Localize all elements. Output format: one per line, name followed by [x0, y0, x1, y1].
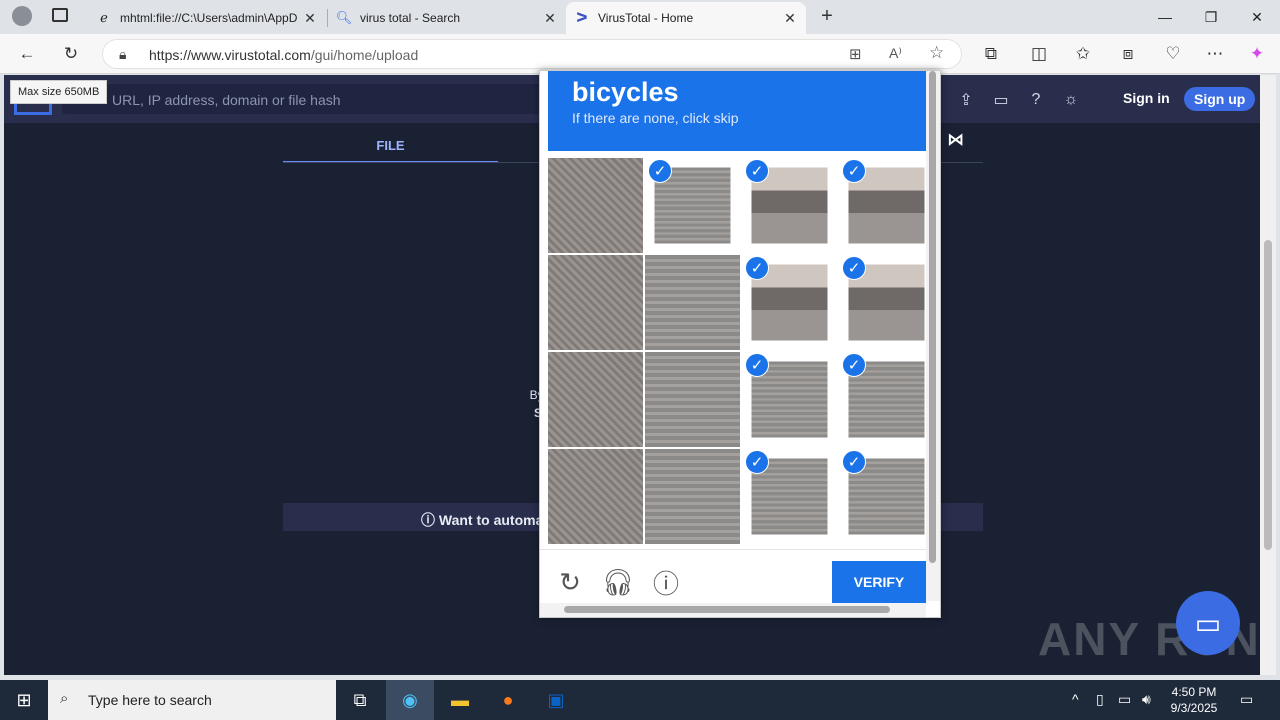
captcha-tile[interactable] — [548, 449, 643, 544]
captcha-header: bicycles If there are none, click skip — [548, 71, 926, 151]
close-icon[interactable]: ✕ — [542, 10, 558, 27]
check-icon: ✓ — [745, 450, 769, 474]
info-icon[interactable]: ⓘ — [652, 568, 680, 599]
network-icon[interactable]: ▭ — [1118, 691, 1131, 708]
chat-icon[interactable]: ▭ — [990, 89, 1012, 111]
start-button[interactable]: ⊞ — [0, 680, 48, 720]
restore-button[interactable]: ❐ — [1188, 0, 1234, 34]
refresh-button[interactable]: ↻ — [57, 40, 85, 68]
captcha-tile[interactable] — [645, 352, 740, 447]
close-window-button[interactable]: ✕ — [1234, 0, 1280, 34]
favorites-icon[interactable]: ✩ — [1069, 40, 1097, 68]
search-input[interactable]: URL, IP address, domain or file hash — [62, 84, 562, 114]
sign-up-button[interactable]: Sign up — [1184, 87, 1256, 111]
tab-search[interactable]: 🔍︎ virus total - Search ✕ — [328, 2, 566, 34]
page-scroll-thumb[interactable] — [1264, 240, 1272, 550]
browser-toolbar: ← ↻ 🔒︎ https://www.virustotal.com/gui/ho… — [0, 34, 1280, 74]
browser-essentials-icon[interactable]: ♡ — [1159, 40, 1187, 68]
check-icon: ✓ — [842, 159, 866, 183]
sign-in-link[interactable]: Sign in — [1123, 90, 1170, 106]
check-icon: ✓ — [842, 450, 866, 474]
close-icon[interactable]: ✕ — [782, 10, 798, 27]
captcha-scrollbar[interactable] — [926, 71, 940, 601]
check-icon: ✓ — [842, 353, 866, 377]
captcha-tile[interactable] — [548, 158, 643, 253]
file-explorer-icon[interactable]: ▬ — [436, 680, 484, 720]
upload-icon[interactable]: ⇪ — [955, 89, 977, 111]
back-button[interactable]: ← — [13, 40, 41, 68]
chevron-up-icon[interactable]: ^ — [1072, 691, 1079, 707]
captcha-h-scroll-thumb[interactable] — [564, 606, 890, 613]
profile-icon[interactable] — [12, 6, 32, 26]
search-icon: 🔍︎ — [335, 10, 353, 25]
max-size-tooltip: Max size 650MB — [10, 80, 108, 104]
taskbar-search[interactable]: ⌕ Type here to search — [48, 680, 336, 720]
outlook-icon[interactable]: ▣ — [532, 680, 580, 720]
firefox-icon[interactable]: ● — [484, 680, 532, 720]
task-view-icon[interactable]: ⧉ — [336, 680, 384, 720]
captcha-scroll-thumb[interactable] — [929, 71, 936, 563]
captcha-tile[interactable] — [645, 255, 740, 350]
captcha-tile[interactable] — [548, 352, 643, 447]
theme-icon[interactable]: ☼ — [1060, 89, 1082, 111]
clock[interactable]: 4:50 PM 9/3/2025 — [1166, 684, 1222, 716]
ie-icon: ℯ — [100, 10, 108, 25]
taskbar: ⊞ ⌕ Type here to search ⧉ ◉ ▬ ● ▣ ^ ▯ ▭ … — [0, 680, 1280, 720]
address-bar[interactable]: 🔒︎ https://www.virustotal.com/gui/home/u… — [102, 39, 962, 69]
page-scrollbar[interactable] — [1260, 75, 1276, 675]
edge-icon[interactable]: ◉ — [386, 680, 434, 720]
extensions-icon[interactable]: ⧉ — [977, 40, 1005, 68]
favorite-star-icon[interactable]: ☆ — [929, 43, 944, 63]
device-icon[interactable]: ▯ — [1096, 691, 1104, 708]
check-icon: ✓ — [745, 256, 769, 280]
tab-actions-icon[interactable] — [52, 8, 68, 22]
minimize-button[interactable]: — — [1142, 0, 1188, 34]
lock-icon[interactable]: 🔒︎ — [119, 46, 126, 63]
check-icon: ✓ — [842, 256, 866, 280]
tab-virustotal[interactable]: ᐳ VirusTotal - Home ✕ — [566, 2, 806, 34]
check-icon: ✓ — [745, 353, 769, 377]
captcha-h-scrollbar[interactable] — [540, 603, 926, 617]
app-available-icon[interactable]: ⊞ — [849, 45, 862, 63]
help-icon[interactable]: ? — [1025, 89, 1047, 111]
copilot-icon[interactable]: ✦ — [1243, 40, 1271, 68]
audio-challenge-icon[interactable]: 🎧︎ — [602, 567, 635, 597]
more-menu-icon[interactable]: ⋯ — [1201, 40, 1229, 68]
tab-mhtml[interactable]: ℯ mhtml:file://C:\Users\admin\AppD ✕ — [88, 2, 326, 34]
check-icon: ✓ — [745, 159, 769, 183]
read-aloud-icon[interactable]: A⁾ — [889, 45, 902, 62]
captcha-tile[interactable] — [645, 449, 740, 544]
tab-file[interactable]: FILE — [283, 131, 498, 163]
captcha-dialog: bicycles If there are none, click skip ✓… — [539, 70, 941, 618]
search-icon: ⌕ — [60, 690, 69, 707]
url-text: https://www.virustotal.com/gui/home/uplo… — [149, 47, 419, 63]
api-icon[interactable]: ⋈ — [947, 130, 964, 150]
split-screen-icon[interactable]: ◫ — [1025, 40, 1053, 68]
close-icon[interactable]: ✕ — [302, 10, 318, 27]
volume-icon[interactable]: 🔊︎ — [1142, 691, 1151, 708]
chat-support-icon[interactable]: ▭ — [1176, 591, 1240, 655]
notifications-icon[interactable]: ▭ — [1240, 691, 1253, 708]
captcha-footer-divider — [540, 549, 926, 550]
check-icon: ✓ — [648, 159, 672, 183]
collections-icon[interactable]: ⧈ — [1114, 40, 1142, 68]
verify-button[interactable]: VERIFY — [832, 561, 926, 603]
browser-tab-strip: ℯ mhtml:file://C:\Users\admin\AppD ✕ 🔍︎ … — [0, 0, 1280, 34]
captcha-tile[interactable] — [548, 255, 643, 350]
reload-icon[interactable]: ↻ — [556, 567, 584, 597]
new-tab-button[interactable]: + — [816, 5, 838, 27]
virustotal-icon: ᐳ — [576, 10, 588, 25]
